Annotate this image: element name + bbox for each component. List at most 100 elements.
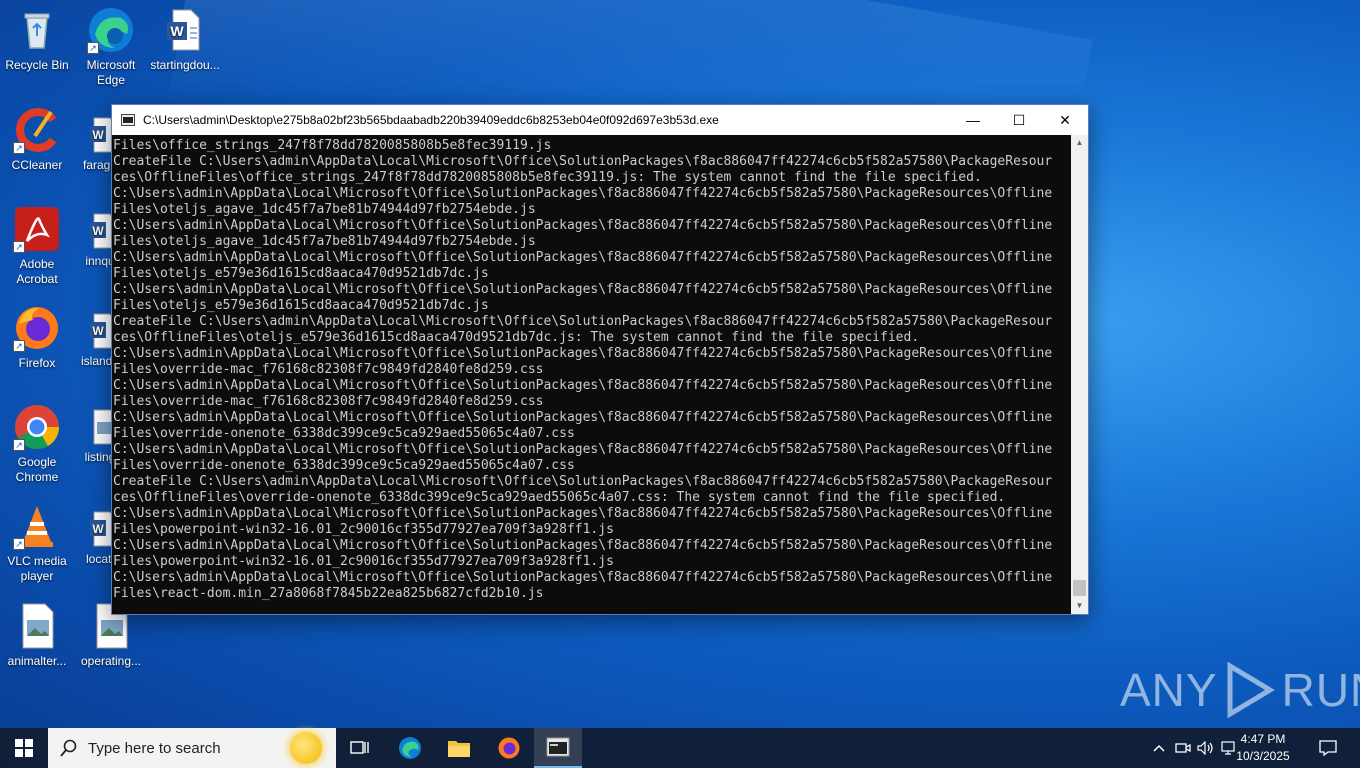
console-line: Files\override-onenote_6338dc399ce9c5ca9…	[113, 426, 575, 441]
console-line: ces\OfflineFiles\override-onenote_6338dc…	[113, 490, 1006, 505]
search-placeholder: Type here to search	[88, 739, 221, 757]
window-titlebar[interactable]: C:\Users\admin\Desktop\e275b8a02bf23b565…	[112, 105, 1088, 135]
console-line: CreateFile C:\Users\admin\AppData\Local\…	[113, 314, 1053, 329]
ccleaner-icon: ↗	[13, 106, 61, 154]
taskbar-clock[interactable]: 4:47 PM 10/3/2025	[1228, 731, 1298, 765]
taskbar-search-box[interactable]: Type here to search	[48, 728, 336, 768]
watermark-text-right: RUN	[1281, 664, 1360, 716]
desktop-icon-google-chrome[interactable]: ↗ Google Chrome	[0, 403, 74, 485]
recycle-bin-icon	[13, 6, 61, 54]
shortcut-arrow-icon: ↗	[13, 340, 25, 352]
console-line: Files\oteljs_e579e36d1615cd8aaca470d9521…	[113, 298, 489, 313]
svg-text:W: W	[92, 224, 104, 238]
vertical-scrollbar[interactable]: ▲ ▼	[1071, 135, 1088, 614]
speaker-icon	[1197, 741, 1213, 755]
console-line: C:\Users\admin\AppData\Local\Microsoft\O…	[113, 410, 1053, 425]
desktop-icon-label: Firefox	[18, 356, 56, 370]
desktop-icon-ccleaner[interactable]: ↗ CCleaner	[0, 106, 74, 173]
folder-icon	[448, 741, 470, 757]
anyrun-watermark: ANY RUN	[1120, 662, 1360, 718]
desktop-icon-label: Recycle Bin	[5, 58, 69, 72]
svg-text:W: W	[92, 324, 104, 338]
shortcut-arrow-icon: ↗	[87, 42, 99, 54]
minimize-icon: —	[966, 112, 980, 128]
edge-icon	[399, 737, 421, 759]
desktop-icon-label: startingdou...	[150, 58, 220, 72]
console-line: CreateFile C:\Users\admin\AppData\Local\…	[113, 154, 1053, 169]
task-view-icon	[350, 741, 369, 754]
console-window[interactable]: C:\Users\admin\Desktop\e275b8a02bf23b565…	[111, 104, 1089, 615]
desktop-icon-animalter[interactable]: animalter...	[0, 602, 74, 669]
scrollbar-thumb[interactable]	[1073, 580, 1086, 596]
svg-text:W: W	[92, 128, 104, 142]
minimize-button[interactable]: —	[950, 105, 996, 135]
search-icon	[60, 739, 77, 757]
console-line: C:\Users\admin\AppData\Local\Microsoft\O…	[113, 506, 1053, 521]
console-line: Files\oteljs_agave_1dc45f7a7be81b74944d9…	[113, 234, 536, 249]
desktop-icon-label: animalter...	[7, 654, 67, 668]
play-logo-icon	[1227, 662, 1275, 718]
svg-text:W: W	[92, 522, 104, 536]
console-line: C:\Users\admin\AppData\Local\Microsoft\O…	[113, 186, 1053, 201]
console-line: Files\react-dom.min_27a8068f7845b22ea825…	[113, 586, 544, 601]
taskbar-file-explorer[interactable]	[435, 728, 483, 768]
tray-meet-now[interactable]	[1173, 728, 1193, 768]
task-view-button[interactable]	[336, 728, 384, 768]
shortcut-arrow-icon: ↗	[13, 241, 25, 253]
console-line: Files\override-mac_f76168c82308f7c9849fd…	[113, 394, 544, 409]
desktop-icon-firefox[interactable]: ↗ Firefox	[0, 304, 74, 371]
console-line: C:\Users\admin\AppData\Local\Microsoft\O…	[113, 442, 1053, 457]
svg-text:W: W	[170, 23, 184, 39]
start-button[interactable]	[0, 728, 48, 768]
shortcut-arrow-icon: ↗	[13, 538, 25, 550]
scroll-down-icon[interactable]: ▼	[1071, 598, 1088, 614]
shortcut-arrow-icon: ↗	[13, 142, 25, 154]
taskbar-edge[interactable]	[386, 728, 434, 768]
console-line: C:\Users\admin\AppData\Local\Microsoft\O…	[113, 570, 1053, 585]
desktop-icon-recycle-bin[interactable]: Recycle Bin	[0, 6, 74, 73]
console-app-icon	[546, 737, 570, 757]
console-line: C:\Users\admin\AppData\Local\Microsoft\O…	[113, 218, 1053, 233]
console-output[interactable]: Files\office_strings_247f8f78dd782008580…	[112, 135, 1071, 614]
console-line: ces\OfflineFiles\oteljs_e579e36d1615cd8a…	[113, 330, 920, 345]
desktop-icon-microsoft-edge[interactable]: ↗ Microsoft Edge	[74, 6, 148, 88]
desktop-icon-vlc-media-player[interactable]: ↗ VLC media player	[0, 502, 74, 584]
windows-logo-icon	[15, 739, 33, 757]
desktop-icon-label: Microsoft Edge	[86, 58, 136, 87]
meet-now-icon	[1175, 743, 1191, 753]
taskbar-console-app[interactable]	[534, 728, 582, 768]
console-line: C:\Users\admin\AppData\Local\Microsoft\O…	[113, 378, 1053, 393]
chrome-icon: ↗	[13, 403, 61, 451]
console-line: Files\powerpoint-win32-16.01_2c90016cf35…	[113, 554, 614, 569]
edge-icon: ↗	[87, 6, 135, 54]
tray-overflow-button[interactable]	[1150, 728, 1168, 768]
word-document-icon: W	[161, 6, 209, 54]
console-line: C:\Users\admin\AppData\Local\Microsoft\O…	[113, 250, 1053, 265]
desktop-icon-label: Google Chrome	[15, 455, 59, 484]
console-app-icon	[121, 114, 135, 126]
taskbar-firefox[interactable]	[485, 728, 533, 768]
scroll-up-icon[interactable]: ▲	[1071, 135, 1088, 151]
maximize-button[interactable]: ☐	[996, 105, 1042, 135]
console-line: Files\powerpoint-win32-16.01_2c90016cf35…	[113, 522, 614, 537]
desktop-icon-startingdou[interactable]: W startingdou...	[148, 6, 222, 73]
clock-date: 10/3/2025	[1236, 749, 1290, 763]
close-button[interactable]: ✕	[1042, 105, 1088, 135]
notification-center-button[interactable]	[1310, 728, 1346, 768]
maximize-icon: ☐	[1012, 111, 1026, 128]
vlc-icon: ↗	[13, 502, 61, 550]
desktop-icon-label: operating...	[80, 654, 142, 668]
console-line: Files\office_strings_247f8f78dd782008580…	[113, 138, 552, 153]
close-icon: ✕	[1059, 111, 1071, 128]
window-title: C:\Users\admin\Desktop\e275b8a02bf23b565…	[143, 113, 719, 127]
console-line: Files\oteljs_e579e36d1615cd8aaca470d9521…	[113, 266, 489, 281]
taskbar: Type here to search 4:47 PM 10/3/2025	[0, 728, 1360, 768]
adobe-acrobat-icon: ↗	[13, 205, 61, 253]
desktop-icon-label: VLC media player	[7, 554, 67, 583]
tray-volume[interactable]	[1196, 728, 1216, 768]
console-line: C:\Users\admin\AppData\Local\Microsoft\O…	[113, 282, 1053, 297]
image-file-icon	[13, 602, 61, 650]
notification-icon	[1319, 740, 1337, 756]
console-line: Files\override-onenote_6338dc399ce9c5ca9…	[113, 458, 575, 473]
desktop-icon-adobe-acrobat[interactable]: ↗ Adobe Acrobat	[0, 205, 74, 287]
